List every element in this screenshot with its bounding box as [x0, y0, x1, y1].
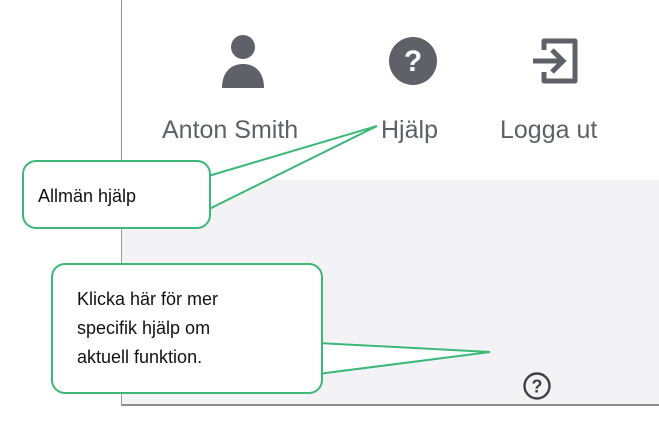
user-icon: [222, 35, 264, 88]
svg-text:?: ?: [404, 45, 422, 78]
callout-general-text: Allmän hjälp: [38, 186, 137, 206]
callout-specific-help: Klicka här för mer specifik hjälp om akt…: [51, 263, 323, 394]
top-header: Anton Smith ? Hjälp Logga ut: [122, 0, 659, 180]
callout-specific-line: Klicka här för mer: [77, 289, 219, 309]
callout-specific-line: specifik hjälp om: [77, 318, 211, 338]
logout-button[interactable]: Logga ut: [500, 0, 630, 170]
help-button[interactable]: ? Hjälp: [377, 0, 472, 170]
user-menu-button[interactable]: Anton Smith: [162, 0, 342, 170]
help-circle-icon: ?: [389, 37, 437, 85]
callout-specific-line: aktuell funktion.: [77, 347, 203, 367]
logout-icon: [533, 38, 578, 84]
context-help-icon[interactable]: ?: [522, 371, 552, 401]
logout-label: Logga ut: [500, 116, 598, 144]
help-label: Hjälp: [381, 116, 438, 144]
user-name: Anton Smith: [162, 116, 299, 144]
callout-general-help: Allmän hjälp: [22, 160, 211, 229]
svg-text:?: ?: [532, 377, 543, 397]
